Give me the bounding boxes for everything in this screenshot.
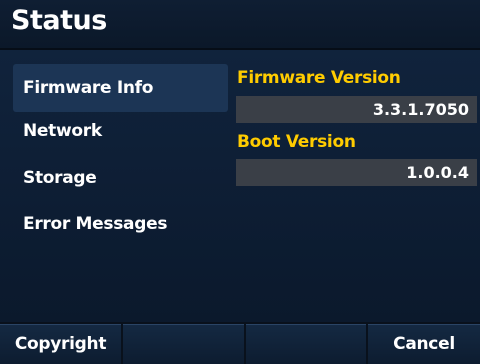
menu-item-firmware-info[interactable]: Firmware Info bbox=[13, 64, 228, 112]
boot-version-value: 1.0.0.4 bbox=[236, 159, 477, 186]
firmware-version-value: 3.3.1.7050 bbox=[236, 96, 477, 123]
menu-item-storage[interactable]: Storage bbox=[13, 154, 228, 202]
softkey-2[interactable] bbox=[123, 324, 244, 364]
status-content: Firmware Info Network Storage Error Mess… bbox=[0, 50, 480, 322]
cancel-softkey[interactable]: Cancel bbox=[368, 324, 480, 364]
menu-item-error-messages[interactable]: Error Messages bbox=[13, 200, 228, 248]
menu-item-network[interactable]: Network bbox=[13, 107, 228, 155]
page-title: Status bbox=[11, 5, 107, 36]
phone-screen: Status Firmware Info Network Storage Err… bbox=[0, 0, 480, 364]
title-bar: Status bbox=[0, 0, 480, 50]
firmware-version-label: Firmware Version bbox=[237, 68, 401, 88]
softkey-3[interactable] bbox=[246, 324, 366, 364]
copyright-softkey[interactable]: Copyright bbox=[0, 324, 121, 364]
boot-version-label: Boot Version bbox=[237, 132, 356, 152]
softkey-bar: Copyright Cancel bbox=[0, 322, 480, 364]
